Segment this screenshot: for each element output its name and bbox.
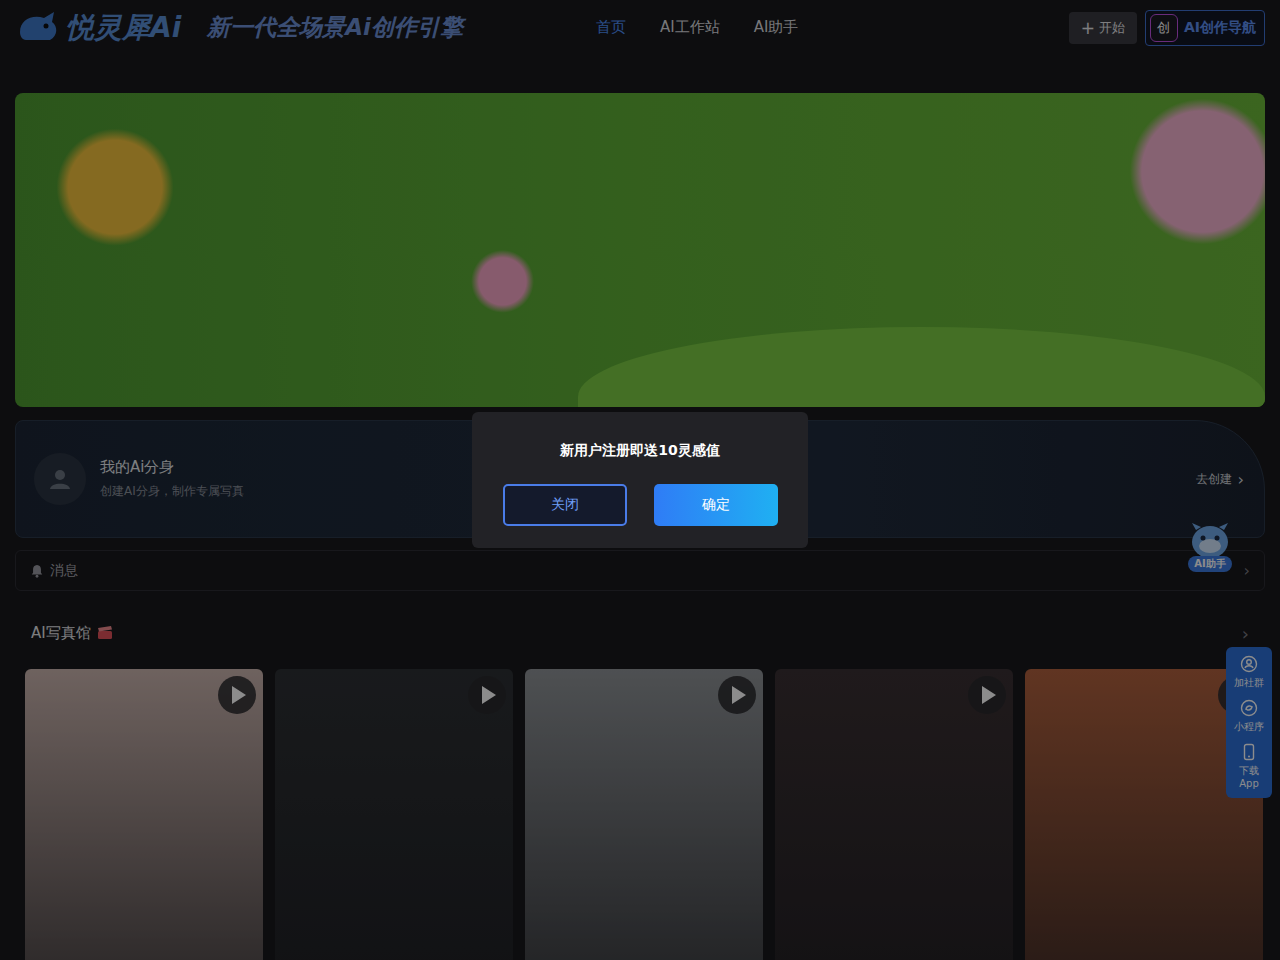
modal-overlay: 新用户注册即送10灵感值关闭确定 bbox=[0, 0, 1280, 960]
dialog-buttons: 关闭确定 bbox=[503, 484, 778, 526]
dialog-button[interactable]: 确定 bbox=[654, 484, 778, 526]
dialog: 新用户注册即送10灵感值关闭确定 bbox=[472, 412, 808, 548]
dialog-button[interactable]: 关闭 bbox=[503, 484, 627, 526]
dialog-message: 新用户注册即送10灵感值 bbox=[560, 442, 719, 460]
page: 悦灵犀Ai新一代全场景Ai创作引擎首页AI工作站AI助手+开始创AI创作导航我的… bbox=[0, 0, 1280, 960]
